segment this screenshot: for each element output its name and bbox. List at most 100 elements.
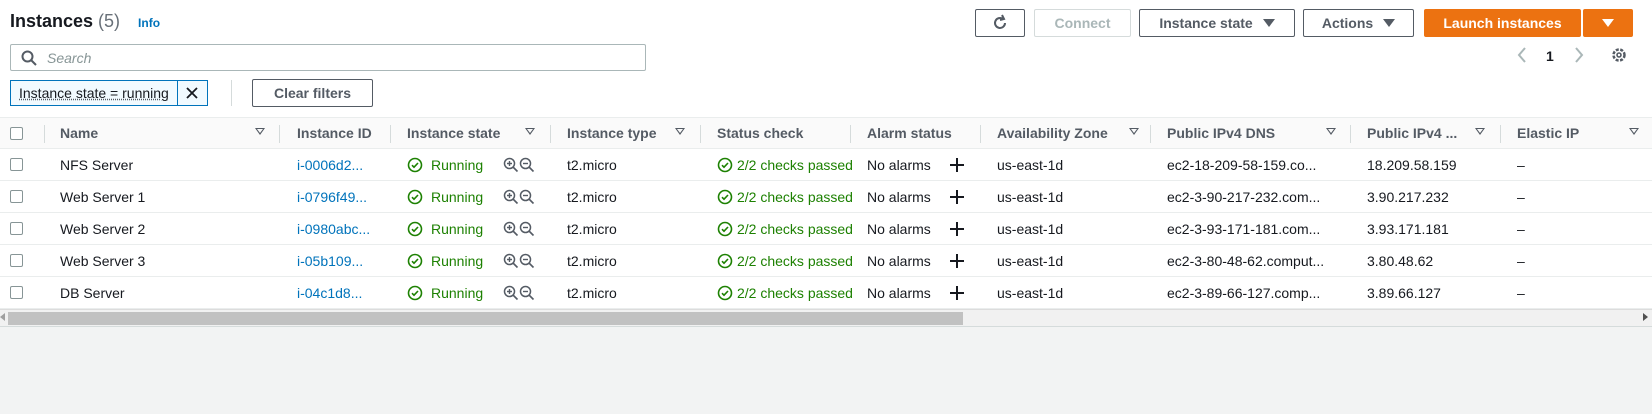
- column-header-public-ipv4[interactable]: Public IPv4 ...: [1367, 118, 1507, 148]
- sort-icon: [1326, 128, 1336, 135]
- instance-state-dropdown[interactable]: Instance state: [1139, 9, 1295, 37]
- search-icon: [21, 50, 37, 66]
- column-header-instance-type[interactable]: Instance type: [567, 118, 702, 148]
- close-icon: [186, 87, 198, 99]
- page-title: Instances (5) Info: [10, 11, 160, 32]
- cell-elastic-ip: –: [1517, 284, 1525, 301]
- cell-availability-zone: us-east-1d: [997, 284, 1064, 301]
- sort-icon: [1129, 128, 1139, 135]
- cell-public-ipv4-dns: ec2-3-89-66-127.comp...: [1167, 284, 1321, 301]
- next-page-icon[interactable]: [1573, 46, 1585, 67]
- status-check-text: 2/2 checks passed: [737, 220, 852, 237]
- running-status-icon: [407, 285, 423, 301]
- cell-instance-state: Running: [407, 213, 487, 244]
- title-text: Instances: [10, 11, 94, 31]
- cell-instance-id-link[interactable]: i-0796f49...: [297, 181, 387, 212]
- cell-instance-state: Running: [407, 277, 487, 308]
- table-row[interactable]: Web Server 3 i-05b109... Running t2.micro 2/…: [0, 245, 1652, 277]
- row-checkbox[interactable]: [10, 286, 23, 299]
- instances-panel: Instances (5) Info Connect Instance stat…: [0, 0, 1652, 327]
- cell-public-ipv4-dns: ec2-3-93-171-181.com...: [1167, 220, 1321, 237]
- cell-status-check: 2/2 checks passed: [717, 277, 852, 308]
- cell-public-ipv4-dns: ec2-3-90-217-232.com...: [1167, 188, 1321, 205]
- status-check-text: 2/2 checks passed: [737, 156, 852, 173]
- table-row[interactable]: Web Server 1 i-0796f49... Running t2.micro 2…: [0, 181, 1652, 213]
- sort-icon: [675, 128, 685, 135]
- scroll-right-icon[interactable]: [1643, 313, 1648, 321]
- filter-token: Instance state = running: [10, 80, 208, 106]
- cell-availability-zone: us-east-1d: [997, 188, 1064, 205]
- column-header-public-ipv4-dns[interactable]: Public IPv4 DNS: [1167, 118, 1347, 148]
- column-header-elastic-ip[interactable]: Elastic IP: [1517, 118, 1647, 148]
- table-row[interactable]: Web Server 2 i-0980abc... Running t2.micro 2…: [0, 213, 1652, 245]
- column-header-instance-state[interactable]: Instance state: [407, 118, 547, 148]
- column-header-alarm-status[interactable]: Alarm status: [867, 118, 977, 148]
- row-checkbox[interactable]: [10, 222, 23, 235]
- sort-icon: [525, 128, 535, 135]
- filter-token-label[interactable]: Instance state = running: [11, 81, 178, 105]
- check-passed-icon: [717, 221, 733, 237]
- cell-instance-id-link[interactable]: i-05b109...: [297, 245, 387, 276]
- cell-availability-zone: us-east-1d: [997, 252, 1064, 269]
- cell-public-ipv4: 3.90.217.232: [1367, 188, 1449, 205]
- cell-instance-id-link[interactable]: i-04c1d8...: [297, 277, 387, 308]
- clear-filters-button[interactable]: Clear filters: [252, 79, 373, 107]
- check-passed-icon: [717, 285, 733, 301]
- table-row[interactable]: NFS Server i-0006d2... Running t2.micro 2/2 …: [0, 149, 1652, 181]
- connect-button[interactable]: Connect: [1034, 9, 1131, 37]
- select-all-checkbox[interactable]: [10, 127, 23, 140]
- row-checkbox[interactable]: [10, 190, 23, 203]
- cell-alarm-status: No alarms: [867, 156, 931, 173]
- sort-icon: [1475, 128, 1485, 135]
- actions-label: Actions: [1321, 15, 1374, 31]
- add-alarm-plus-icon[interactable]: [950, 149, 970, 180]
- instance-state-text: Running: [431, 252, 484, 269]
- running-status-icon: [407, 157, 423, 173]
- caret-down-icon: [1262, 19, 1275, 27]
- sort-icon: [255, 128, 265, 135]
- caret-down-icon: [1602, 19, 1614, 27]
- cell-alarm-status: No alarms: [867, 252, 931, 269]
- column-header-instance-id[interactable]: Instance ID: [297, 118, 387, 148]
- column-header-status-check[interactable]: Status check: [717, 118, 837, 148]
- zoom-out-icon[interactable]: [519, 181, 539, 212]
- cell-status-check: 2/2 checks passed: [717, 245, 852, 276]
- zoom-out-icon[interactable]: [519, 245, 539, 276]
- instance-state-text: Running: [431, 284, 484, 301]
- zoom-out-icon[interactable]: [519, 149, 539, 180]
- add-alarm-plus-icon[interactable]: [950, 277, 970, 308]
- cell-status-check: 2/2 checks passed: [717, 181, 852, 212]
- cell-instance-type: t2.micro: [567, 220, 617, 237]
- add-alarm-plus-icon[interactable]: [950, 245, 970, 276]
- zoom-out-icon[interactable]: [519, 213, 539, 244]
- cell-public-ipv4: 3.89.66.127: [1367, 284, 1441, 301]
- cell-instance-state: Running: [407, 181, 487, 212]
- launch-options-dropdown[interactable]: [1583, 9, 1633, 37]
- zoom-out-icon[interactable]: [519, 277, 539, 308]
- cell-availability-zone: us-east-1d: [997, 156, 1064, 173]
- column-header-name[interactable]: Name: [60, 118, 270, 148]
- status-check-text: 2/2 checks passed: [737, 188, 852, 205]
- refresh-button[interactable]: [975, 9, 1025, 37]
- info-link[interactable]: Info: [138, 16, 160, 30]
- scrollbar-thumb[interactable]: [8, 312, 963, 325]
- page-number[interactable]: 1: [1546, 48, 1554, 64]
- cell-instance-id-link[interactable]: i-0980abc...: [297, 213, 387, 244]
- column-header-availability-zone[interactable]: Availability Zone: [997, 118, 1147, 148]
- add-alarm-plus-icon[interactable]: [950, 213, 970, 244]
- row-checkbox[interactable]: [10, 158, 23, 171]
- add-alarm-plus-icon[interactable]: [950, 181, 970, 212]
- launch-instances-button[interactable]: Launch instances: [1424, 9, 1581, 37]
- remove-filter-button[interactable]: [177, 81, 207, 105]
- table-row[interactable]: DB Server i-04c1d8... Running t2.micro 2/2 c…: [0, 277, 1652, 309]
- cell-name: Web Server 1: [60, 188, 146, 205]
- previous-page-icon[interactable]: [1516, 46, 1528, 67]
- row-checkbox[interactable]: [10, 254, 23, 267]
- scroll-left-icon[interactable]: [0, 313, 5, 321]
- search-input[interactable]: Search: [10, 44, 646, 71]
- cell-instance-id-link[interactable]: i-0006d2...: [297, 149, 387, 180]
- actions-dropdown[interactable]: Actions: [1303, 9, 1414, 37]
- cell-status-check: 2/2 checks passed: [717, 213, 852, 244]
- horizontal-scrollbar[interactable]: [0, 309, 1652, 326]
- settings-gear-icon[interactable]: [1610, 46, 1628, 67]
